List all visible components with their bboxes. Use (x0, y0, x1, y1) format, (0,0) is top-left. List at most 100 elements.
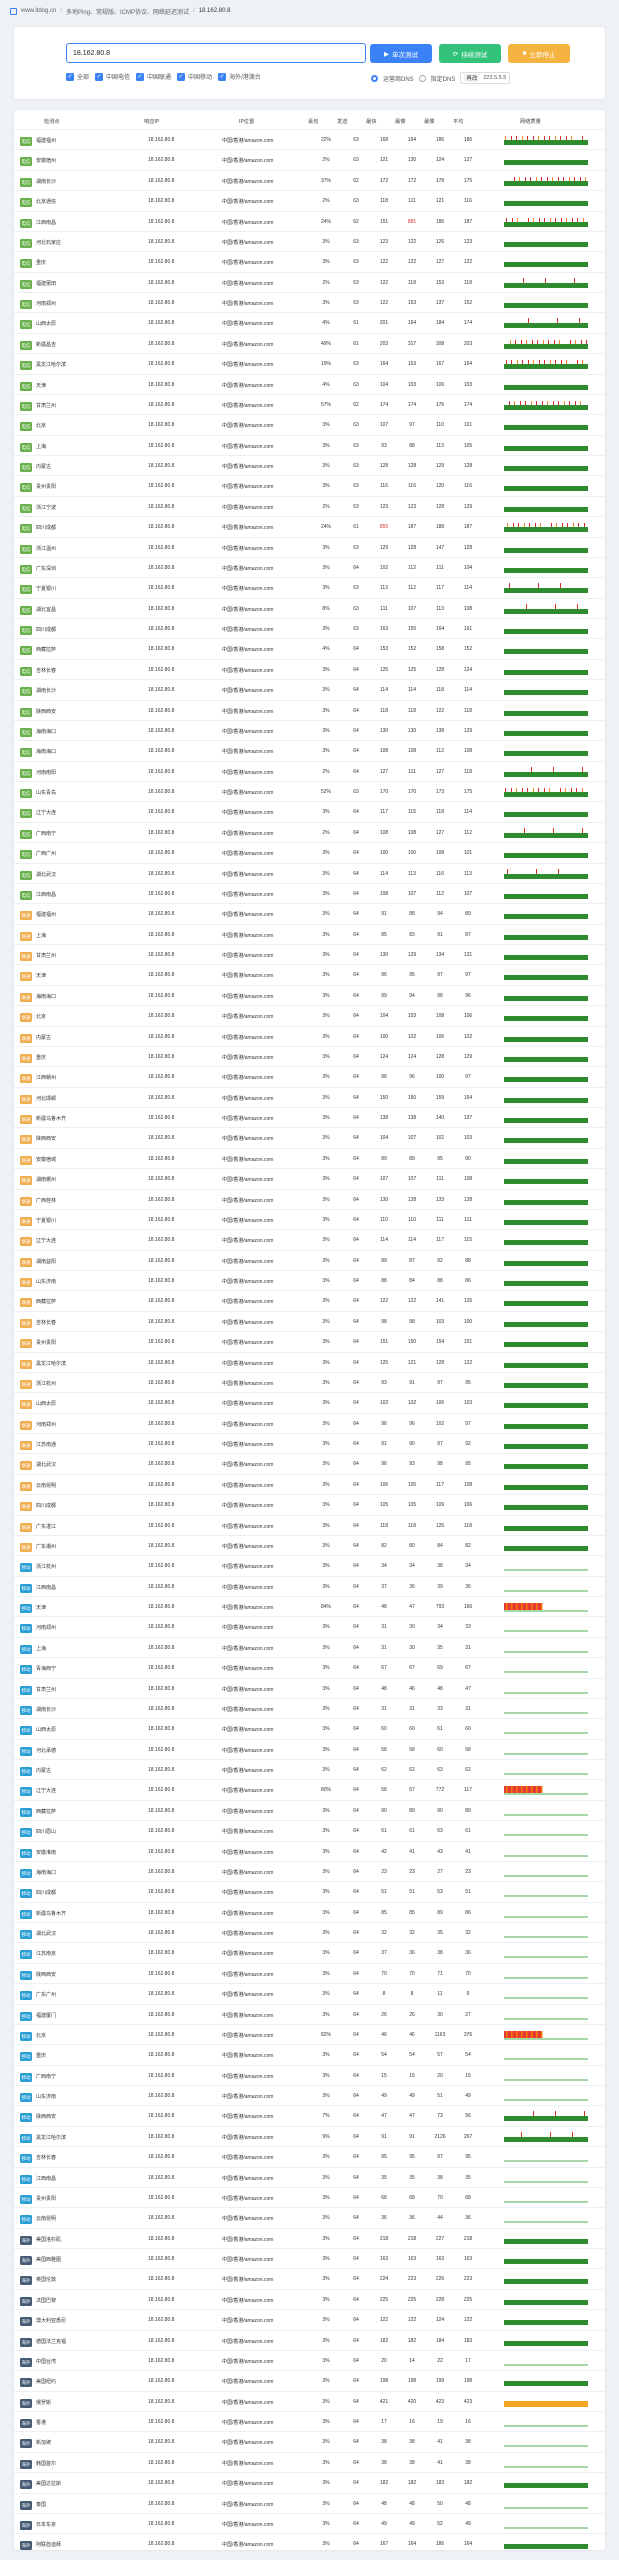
cell-node[interactable]: 天津 (36, 1604, 46, 1611)
filter-all-checkbox[interactable]: ✓ 全部 (66, 72, 89, 81)
table-row[interactable]: 联通 安徽宿城 18.162.80.8 中国/香港/amazon.com 3% 64 89 8… (14, 1147, 605, 1168)
cell-node[interactable]: 天津 (36, 972, 46, 979)
cell-node[interactable]: 上海 (36, 443, 46, 450)
cell-node[interactable]: 辽宁大连 (36, 1237, 56, 1244)
table-row[interactable]: 移动 广东广州 18.162.80.8 中国/香港/amazon.com 3% 64 8 8 1… (14, 1983, 605, 2003)
table-row[interactable]: 联通 山西太原 18.162.80.8 中国/香港/amazon.com 3% 64 102… (14, 1392, 605, 1412)
cell-node[interactable]: 西藏拉萨 (36, 1298, 56, 1305)
table-row[interactable]: 移动 新疆乌鲁木齐 18.162.80.8 中国/香港/amazon.com 3% 64 8… (14, 1901, 605, 1922)
cell-node[interactable]: 陕西西安 (36, 2113, 56, 2120)
table-row[interactable]: 电信 海南海口 18.162.80.8 中国/香港/amazon.com 3% 64 130… (14, 719, 605, 740)
cell-node[interactable]: 新疆乌鲁木齐 (36, 1115, 66, 1122)
table-row[interactable]: 海外 英国伦敦 18.162.80.8 中国/香港/amazon.com 3% 64 224… (14, 2268, 605, 2288)
continuous-test-button[interactable]: ⟳ 持续测试 (439, 44, 501, 63)
column-header[interactable]: IP位置 (239, 118, 254, 125)
cell-node[interactable]: 黑龙江哈尔滨 (36, 1360, 66, 1367)
column-header[interactable]: 丢包 (308, 118, 318, 125)
breadcrumb-site[interactable]: www.itdog.cn (21, 8, 56, 14)
table-row[interactable]: 电信 湖南长沙 18.162.80.8 中国/香港/amazon.com 3% 64 114… (14, 679, 605, 699)
column-header[interactable]: 发送 (337, 118, 347, 125)
cell-node[interactable]: 海南海口 (36, 748, 56, 755)
table-row[interactable]: 移动 浙江杭州 18.162.80.8 中国/香港/amazon.com 3% 64 34 3… (14, 1555, 605, 1575)
table-row[interactable]: 联通 山东济南 18.162.80.8 中国/香港/amazon.com 3% 64 88 8… (14, 1270, 605, 1290)
cell-node[interactable]: 黑龙江哈尔滨 (36, 361, 66, 368)
table-row[interactable]: 移动 云南昆明 18.162.80.8 中国/香港/amazon.com 3% 64 36 3… (14, 2207, 605, 2227)
table-row[interactable]: 移动 湖南长沙 18.162.80.8 中国/香港/amazon.com 3% 64 31 3… (14, 1697, 605, 1718)
cell-node[interactable]: 香港 (36, 2419, 46, 2426)
table-row[interactable]: 联通 甘肃兰州 18.162.80.8 中国/香港/amazon.com 3% 64 130… (14, 944, 605, 964)
cell-node[interactable]: 上海 (36, 1645, 46, 1652)
home-icon[interactable] (10, 7, 17, 15)
table-row[interactable]: 电信 北京通信 18.162.80.8 中国/香港/amazon.com 2% 63 118… (14, 190, 605, 210)
cell-node[interactable]: 河南郑州 (36, 300, 56, 307)
table-row[interactable]: 移动 上海 18.162.80.8 中国/香港/amazon.com 3% 64 31 30 3… (14, 1636, 605, 1657)
table-row[interactable]: 联通 黑龙江哈尔滨 18.162.80.8 中国/香港/amazon.com 3% 64 1… (14, 1351, 605, 1372)
table-row[interactable]: 联通 四川成都 18.162.80.8 中国/香港/amazon.com 3% 64 105… (14, 1494, 605, 1514)
table-row[interactable]: 电信 湖南长沙 18.162.80.8 中国/香港/amazon.com 37% 62 17… (14, 169, 605, 190)
filter-telecom-checkbox[interactable]: ✓ 中国电信 (95, 72, 130, 81)
cell-node[interactable]: 江西南昌 (36, 2175, 56, 2182)
table-row[interactable]: 海外 日本东京 18.162.80.8 中国/香港/amazon.com 3% 64 49 4… (14, 2512, 605, 2533)
filter-overseas-checkbox[interactable]: ✓ 海外/港澳台 (218, 72, 261, 81)
table-row[interactable]: 移动 陕西西安 18.162.80.8 中国/香港/amazon.com 3% 64 70 7… (14, 1962, 605, 1983)
table-row[interactable]: 电信 江西南昌 18.162.80.8 中国/香港/amazon.com 24% 62 15… (14, 210, 605, 231)
table-row[interactable]: 电信 浙江温州 18.162.80.8 中国/香港/amazon.com 3% 63 129… (14, 536, 605, 557)
cell-node[interactable]: 福建厦门 (36, 2012, 56, 2019)
table-row[interactable]: 海外 香港 18.162.80.8 中国/香港/amazon.com 3% 64 17 16 1… (14, 2411, 605, 2431)
cell-node[interactable]: 云南昆明 (36, 2215, 56, 2222)
cell-node[interactable]: 四川眉山 (36, 1828, 56, 1835)
table-row[interactable]: 电信 江西南昌 18.162.80.8 中国/香港/amazon.com 3% 64 108… (14, 882, 605, 903)
target-input[interactable]: 18.162.80.8 (66, 43, 366, 63)
cell-node[interactable]: 湖南长沙 (36, 178, 56, 185)
table-row[interactable]: 移动 山东济南 18.162.80.8 中国/香港/amazon.com 3% 64 49 4… (14, 2085, 605, 2105)
table-row[interactable]: 移动 江西南昌 18.162.80.8 中国/香港/amazon.com 3% 64 35 3… (14, 2166, 605, 2187)
table-row[interactable]: 联通 北京 18.162.80.8 中国/香港/amazon.com 3% 64 104 10… (14, 1005, 605, 1025)
table-row[interactable]: 移动 青海西宁 18.162.80.8 中国/香港/amazon.com 3% 64 67 6… (14, 1657, 605, 1677)
table-row[interactable]: 联通 湖北武汉 18.162.80.8 中国/香港/amazon.com 3% 64 96 9… (14, 1453, 605, 1473)
cell-node[interactable]: 广东湛江 (36, 1523, 56, 1530)
table-row[interactable]: 移动 河南郑州 18.162.80.8 中国/香港/amazon.com 3% 64 31 3… (14, 1616, 605, 1636)
cell-node[interactable]: 湖北宜昌 (36, 606, 56, 613)
table-row[interactable]: 电信 广西广州 18.162.80.8 中国/香港/amazon.com 3% 64 100… (14, 842, 605, 862)
cell-node[interactable]: 海南海口 (36, 728, 56, 735)
cell-node[interactable]: 法国巴黎 (36, 2297, 56, 2304)
breadcrumb-section[interactable]: 多地Ping、常规版、ICMP协议、网络延迟测试 (66, 7, 189, 16)
table-row[interactable]: 联通 辽宁大连 18.162.80.8 中国/香港/amazon.com 3% 64 114… (14, 1229, 605, 1249)
table-row[interactable]: 海外 德国法兰克福 18.162.80.8 中国/香港/amazon.com 3% 64 1… (14, 2329, 605, 2350)
cell-node[interactable]: 广东深圳 (36, 565, 56, 572)
table-row[interactable]: 海外 新加坡 18.162.80.8 中国/香港/amazon.com 3% 64 38 38… (14, 2431, 605, 2451)
dns-custom-radio[interactable] (418, 74, 426, 82)
table-row[interactable]: 联通 福建福州 18.162.80.8 中国/香港/amazon.com 3% 64 91 8… (14, 903, 605, 923)
cell-node[interactable]: 湖北武汉 (36, 871, 56, 878)
cell-node[interactable]: 山东济南 (36, 1278, 56, 1285)
cell-node[interactable]: 河北石家庄 (36, 239, 61, 246)
cell-node[interactable]: 广西桂林 (36, 1197, 56, 1204)
table-row[interactable]: 联通 广东潮州 18.162.80.8 中国/香港/amazon.com 3% 64 82 8… (14, 1534, 605, 1555)
table-row[interactable]: 电信 天津 18.162.80.8 中国/香港/amazon.com 4% 63 104 10… (14, 373, 605, 394)
stop-button[interactable]: ■ 立即停止 (508, 44, 570, 63)
cell-node[interactable]: 山西太原 (36, 1400, 56, 1407)
table-row[interactable]: 电信 辽宁大连 18.162.80.8 中国/香港/amazon.com 3% 64 117… (14, 801, 605, 821)
table-row[interactable]: 电信 新疆昌吉 18.162.80.8 中国/香港/amazon.com 49% 61 20… (14, 332, 605, 353)
cell-node[interactable]: 浙江杭州 (36, 1563, 56, 1570)
table-row[interactable]: 电信 广西南宁 18.162.80.8 中国/香港/amazon.com 2% 64 108… (14, 821, 605, 842)
table-row[interactable]: 移动 天津 18.162.80.8 中国/香港/amazon.com 84% 64 48 47… (14, 1596, 605, 1616)
table-row[interactable]: 海外 阿联酋迪拜 18.162.80.8 中国/香港/amazon.com 3% 64 16… (14, 2533, 605, 2550)
cell-node[interactable]: 贵州贵阳 (36, 2195, 56, 2202)
cell-node[interactable]: 贵州贵阳 (36, 1339, 56, 1346)
table-row[interactable]: 电信 河北石家庄 18.162.80.8 中国/香港/amazon.com 3% 63 12… (14, 230, 605, 251)
cell-node[interactable]: 浙江宁波 (36, 504, 56, 511)
cell-node[interactable]: 河南郑州 (36, 1421, 56, 1428)
cell-node[interactable]: 福建莆田 (36, 280, 56, 287)
cell-node[interactable]: 贵州贵阳 (36, 483, 56, 490)
table-row[interactable]: 电信 陕西西安 18.162.80.8 中国/香港/amazon.com 3% 64 118… (14, 699, 605, 720)
table-row[interactable]: 移动 广西南宁 18.162.80.8 中国/香港/amazon.com 3% 64 15 1… (14, 2064, 605, 2085)
table-row[interactable]: 移动 河北承德 18.162.80.8 中国/香港/amazon.com 3% 64 58 5… (14, 1738, 605, 1759)
table-row[interactable]: 联通 宁夏银川 18.162.80.8 中国/香港/amazon.com 3% 64 110… (14, 1208, 605, 1229)
cell-node[interactable]: 美国西雅图 (36, 2256, 61, 2263)
cell-node[interactable]: 江苏南京 (36, 1950, 56, 1957)
table-row[interactable]: 电信 重庆 18.162.80.8 中国/香港/amazon.com 3% 63 122 12… (14, 251, 605, 271)
table-row[interactable]: 海外 俄罗斯 18.162.80.8 中国/香港/amazon.com 3% 64 421 4… (14, 2390, 605, 2411)
table-row[interactable]: 电信 甘肃兰州 18.162.80.8 中国/香港/amazon.com 57% 62 17… (14, 393, 605, 414)
table-row[interactable]: 联通 海南海口 18.162.80.8 中国/香港/amazon.com 3% 64 99 9… (14, 984, 605, 1005)
